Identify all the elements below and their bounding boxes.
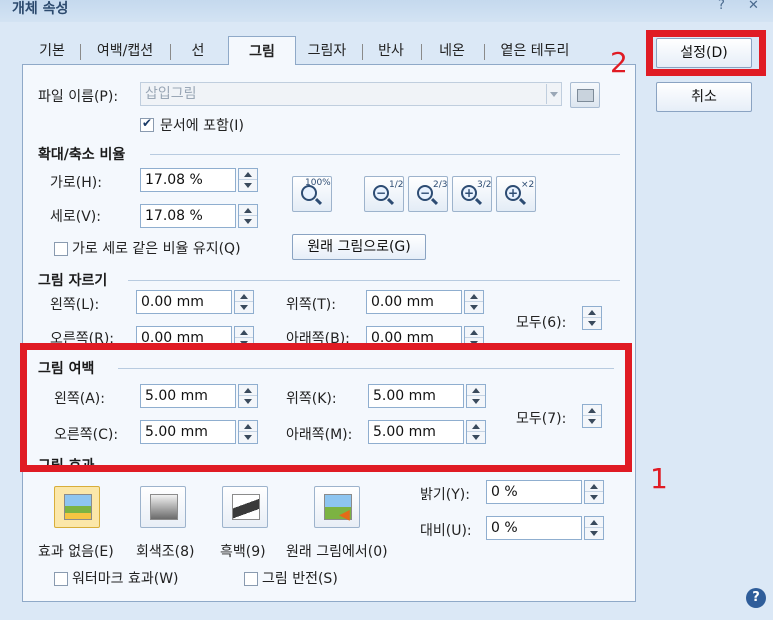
tab-line[interactable]: 선 [178, 38, 218, 65]
tab-picture[interactable]: 그림 [228, 36, 296, 66]
scale-section-title: 확대/축소 비율 [38, 147, 126, 163]
original-size-button[interactable]: 원래 그림으로(G) [292, 234, 426, 260]
effect-grayscale-label: 회색조(8) [136, 544, 195, 560]
active-tab-joint [229, 64, 295, 66]
annotation-marker-1: 1 [650, 462, 668, 495]
zoom-in-three-halves-button[interactable]: + 3/2 [452, 176, 492, 212]
highlight-box-ok [646, 30, 766, 76]
restore-arrow-icon: ◀ [339, 507, 350, 523]
scale-horizontal-input[interactable]: 17.08 % [140, 168, 236, 192]
zoom-100-button[interactable]: 100% [292, 176, 332, 212]
zoom-in-double-badge: ×2 [521, 180, 535, 190]
invert-label: 그림 반전(S) [262, 571, 338, 587]
scale-horizontal-stepper[interactable] [238, 168, 258, 192]
help-icon[interactable]: ? [746, 588, 766, 608]
folder-icon [577, 89, 594, 102]
effect-from-original-label: 원래 그림에서(0) [286, 544, 388, 560]
picture-grayscale-icon [150, 494, 178, 520]
crop-all-stepper[interactable] [582, 306, 602, 330]
brightness-input[interactable]: 0 % [486, 480, 582, 504]
contrast-input[interactable]: 0 % [486, 516, 582, 540]
tab-separator [170, 44, 171, 60]
file-name-dropdown[interactable] [546, 84, 560, 104]
keep-ratio-checkbox[interactable] [54, 242, 68, 256]
crop-top-stepper[interactable] [464, 290, 484, 314]
crop-top-input[interactable]: 0.00 mm [366, 290, 462, 314]
crop-left-stepper[interactable] [234, 290, 254, 314]
watermark-label: 워터마크 효과(W) [72, 571, 179, 587]
contrast-stepper[interactable] [584, 516, 604, 540]
zoom-out-half-button[interactable]: − 1/2 [364, 176, 404, 212]
crop-section-title: 그림 자르기 [38, 273, 108, 289]
embed-in-document-checkbox[interactable] [140, 116, 154, 132]
effect-grayscale-button[interactable] [140, 486, 186, 528]
contrast-label: 대비(U): [420, 523, 472, 539]
picture-black-white-icon [232, 494, 260, 520]
file-name-label: 파일 이름(P): [38, 89, 119, 105]
tab-separator [80, 44, 81, 60]
section-divider [150, 154, 620, 155]
title-bar: 개체 속성 ? ✕ [0, 0, 773, 22]
help-title-icon[interactable]: ? [718, 0, 725, 13]
scale-vertical-stepper[interactable] [238, 204, 258, 228]
crop-left-label: 왼쪽(L): [50, 297, 100, 313]
picture-color-icon [64, 494, 92, 520]
tab-basic[interactable]: 기본 [30, 38, 74, 65]
tab-soft-edge[interactable]: 옅은 테두리 [490, 38, 580, 65]
effect-black-white-button[interactable] [222, 486, 268, 528]
crop-left-input[interactable]: 0.00 mm [136, 290, 232, 314]
annotation-marker-2: 2 [610, 46, 628, 79]
invert-checkbox[interactable] [244, 572, 258, 586]
close-icon[interactable]: ✕ [748, 0, 759, 13]
tab-reflection[interactable]: 반사 [368, 38, 414, 65]
section-divider [128, 280, 620, 281]
scale-vertical-label: 세로(V): [50, 209, 101, 225]
embed-in-document-label: 문서에 포함(I) [160, 118, 244, 134]
tab-neon[interactable]: 네온 [428, 38, 476, 65]
zoom-out-two-thirds-badge: 2/3 [433, 180, 448, 190]
brightness-stepper[interactable] [584, 480, 604, 504]
browse-file-button[interactable] [570, 82, 600, 108]
tab-separator [484, 44, 485, 60]
file-name-input[interactable]: 삽입그림 [140, 82, 562, 106]
highlight-box-margin [20, 343, 632, 472]
watermark-checkbox[interactable] [54, 572, 68, 586]
tab-shadow[interactable]: 그림자 [298, 38, 356, 65]
zoom-in-double-button[interactable]: + ×2 [496, 176, 536, 212]
zoom-100-badge: 100% [305, 178, 331, 188]
brightness-label: 밝기(Y): [420, 487, 470, 503]
tab-margin-caption[interactable]: 여백/캡션 [86, 38, 164, 65]
scale-horizontal-label: 가로(H): [50, 175, 102, 191]
tab-separator [421, 44, 422, 60]
crop-all-label: 모두(6): [516, 315, 567, 331]
effect-none-button[interactable] [54, 486, 100, 528]
tab-separator [362, 44, 363, 60]
chevron-down-icon [550, 92, 558, 97]
zoom-out-two-thirds-button[interactable]: − 2/3 [408, 176, 448, 212]
crop-top-label: 위쪽(T): [286, 297, 336, 313]
scale-vertical-input[interactable]: 17.08 % [140, 204, 236, 228]
window-title: 개체 속성 [12, 1, 69, 17]
keep-ratio-label: 가로 세로 같은 비율 유지(Q) [72, 241, 241, 257]
effect-none-label: 효과 없음(E) [38, 544, 114, 560]
effect-black-white-label: 흑백(9) [220, 544, 266, 560]
zoom-out-half-badge: 1/2 [389, 180, 404, 190]
cancel-button[interactable]: 취소 [656, 82, 752, 112]
zoom-in-three-halves-badge: 3/2 [477, 180, 492, 190]
effect-from-original-button[interactable]: ◀ [314, 486, 360, 528]
